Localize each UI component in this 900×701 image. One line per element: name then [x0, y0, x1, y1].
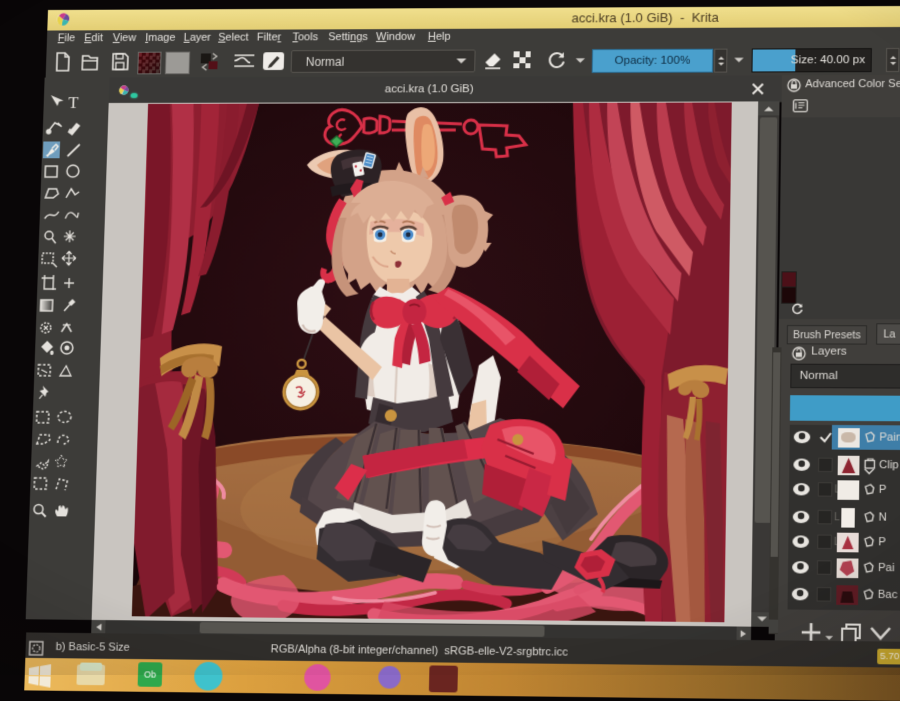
svg-text:T: T	[68, 93, 79, 112]
